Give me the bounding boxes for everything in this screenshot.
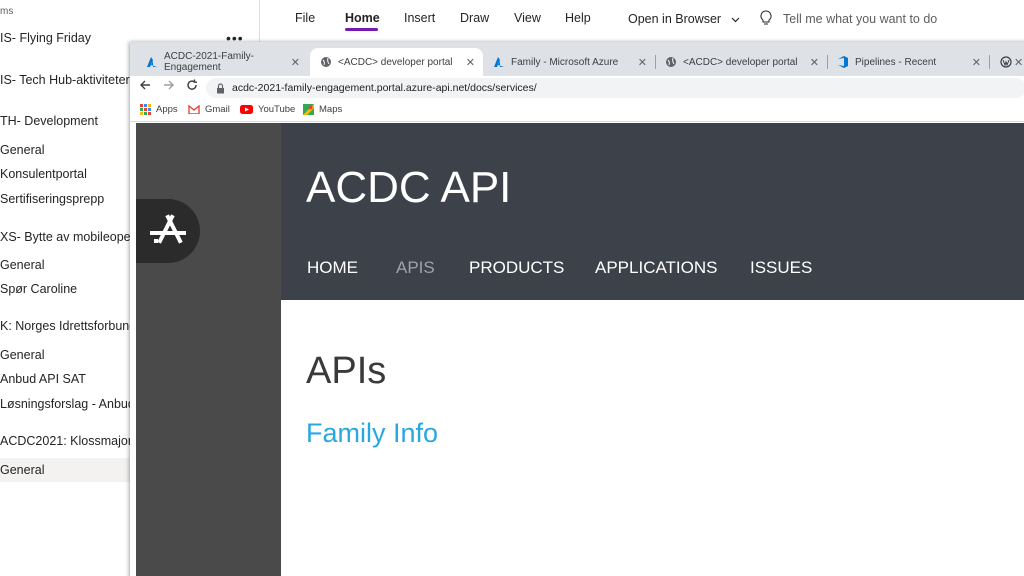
- chevron-down-icon: [731, 12, 740, 26]
- bookmark-label: Apps: [156, 104, 178, 115]
- portal-logo-button[interactable]: [136, 199, 200, 263]
- developer-portal-page: ACDC API HOME APIS PRODUCTS APPLICATIONS…: [130, 123, 1024, 576]
- close-icon[interactable]: ✕: [466, 56, 475, 69]
- team-item[interactable]: XS- Bytte av mobileoperat: [0, 230, 145, 244]
- globe-icon: [665, 56, 677, 68]
- nav-applications[interactable]: APPLICATIONS: [595, 258, 718, 278]
- ribbon-tab-help[interactable]: Help: [565, 11, 591, 25]
- close-icon[interactable]: ✕: [291, 56, 300, 69]
- azure-icon: [146, 56, 158, 68]
- ribbon-tab-draw[interactable]: Draw: [460, 11, 489, 25]
- azure-icon: [493, 56, 505, 68]
- open-in-browser-label: Open in Browser: [628, 12, 722, 26]
- tab-title: <ACDC> developer portal: [338, 56, 453, 68]
- lock-icon: [216, 81, 225, 99]
- browser-tab[interactable]: Pipelines - Recent ✕: [827, 48, 989, 76]
- bookmark-label: Maps: [319, 104, 343, 115]
- nav-issues[interactable]: ISSUES: [750, 258, 812, 278]
- forward-arrow-icon[interactable]: [163, 79, 175, 94]
- browser-tab[interactable]: ✕: [990, 48, 1024, 76]
- team-item[interactable]: IS- Flying Friday: [0, 31, 91, 45]
- channel-item[interactable]: Konsulentportal: [0, 167, 87, 181]
- browser-toolbar: acdc-2021-family-engagement.portal.azure…: [130, 76, 1024, 100]
- portal-sidebar: [136, 123, 281, 576]
- ribbon-tab-file[interactable]: File: [295, 11, 315, 25]
- portal-content: APIs Family Info: [281, 300, 1024, 576]
- portal-header: ACDC API HOME APIS PRODUCTS APPLICATIONS…: [281, 123, 1024, 300]
- ribbon-tabs: File Home Insert Draw View Help Open in …: [260, 0, 1024, 42]
- channel-item[interactable]: General: [0, 348, 44, 362]
- teams-header: ms: [0, 6, 14, 17]
- azure-devops-icon: [837, 56, 849, 68]
- bookmark-label: YouTube: [258, 104, 296, 115]
- tell-me-search[interactable]: Tell me what you want to do: [783, 12, 937, 26]
- channel-item[interactable]: Spør Caroline: [0, 282, 77, 296]
- bookmark-youtube[interactable]: YouTube: [240, 104, 295, 115]
- close-icon[interactable]: ✕: [972, 56, 981, 69]
- ribbon-tab-view[interactable]: View: [514, 11, 541, 25]
- browser-tab[interactable]: Family - Microsoft Azure ✕: [483, 48, 655, 76]
- bookmarks-bar: Apps Gmail YouTube Maps: [130, 100, 1024, 122]
- bookmark-maps[interactable]: Maps: [303, 104, 342, 115]
- channel-item[interactable]: Løsningsforslag - Anbud: [0, 397, 135, 411]
- close-icon[interactable]: ✕: [638, 56, 647, 69]
- wordpress-icon: [1000, 56, 1012, 68]
- team-item[interactable]: IS- Tech Hub-aktiviteter: [0, 73, 130, 87]
- tab-title: Pipelines - Recent: [855, 56, 937, 68]
- channel-item[interactable]: General: [0, 143, 44, 157]
- browser-tab-active[interactable]: <ACDC> developer portal ✕: [310, 48, 483, 76]
- open-in-browser-button[interactable]: Open in Browser: [628, 12, 740, 26]
- gmail-icon: [188, 105, 200, 114]
- nav-home[interactable]: HOME: [307, 258, 358, 278]
- app-store-logo-icon: [148, 211, 188, 252]
- tab-title: ACDC-2021-Family-Engagement: [164, 51, 255, 73]
- ribbon-tab-insert[interactable]: Insert: [404, 11, 435, 25]
- desktop: ms ••• IS- Flying Friday IS- Tech Hub-ak…: [0, 0, 1024, 576]
- site-title[interactable]: ACDC API: [306, 163, 511, 213]
- browser-window: ACDC-2021-Family-Engagement ✕ <ACDC> dev…: [130, 42, 1024, 576]
- bookmark-label: Gmail: [205, 104, 230, 115]
- tab-strip: ACDC-2021-Family-Engagement ✕ <ACDC> dev…: [130, 42, 1024, 76]
- page-title: APIs: [306, 350, 387, 392]
- globe-icon: [320, 56, 332, 68]
- browser-tab[interactable]: <ACDC> developer portal ✕: [655, 48, 827, 76]
- close-icon[interactable]: ✕: [810, 56, 819, 69]
- back-arrow-icon[interactable]: [139, 79, 151, 94]
- address-bar[interactable]: acdc-2021-family-engagement.portal.azure…: [206, 78, 1024, 98]
- bookmark-apps[interactable]: Apps: [140, 104, 178, 115]
- reload-icon[interactable]: [186, 79, 198, 94]
- channel-item[interactable]: Sertifiseringsprepp: [0, 192, 104, 206]
- close-icon[interactable]: ✕: [1014, 56, 1023, 69]
- lightbulb-icon: [760, 10, 772, 29]
- channel-item[interactable]: Anbud API SAT: [0, 372, 86, 386]
- nav-apis[interactable]: APIS: [396, 258, 435, 278]
- apps-grid-icon: [140, 104, 151, 115]
- tab-title: <ACDC> developer portal: [683, 56, 798, 68]
- team-item[interactable]: ACDC2021: Klossmajoren: [0, 434, 146, 448]
- channel-item-selected[interactable]: General: [0, 458, 130, 482]
- url-text: acdc-2021-family-engagement.portal.azure…: [232, 82, 537, 94]
- api-link-family-info[interactable]: Family Info: [306, 418, 438, 449]
- team-item[interactable]: TH- Development: [0, 114, 98, 128]
- tab-title: Family - Microsoft Azure: [511, 56, 619, 68]
- bookmark-gmail[interactable]: Gmail: [188, 104, 230, 115]
- browser-tab[interactable]: ACDC-2021-Family-Engagement ✕: [136, 48, 308, 76]
- nav-products[interactable]: PRODUCTS: [469, 258, 564, 278]
- youtube-icon: [240, 105, 253, 114]
- ribbon-tab-home[interactable]: Home: [345, 11, 380, 25]
- maps-icon: [303, 104, 314, 115]
- channel-item[interactable]: General: [0, 258, 44, 272]
- active-tab-indicator: [345, 28, 378, 31]
- team-item[interactable]: K: Norges Idrettsforbund: [0, 319, 136, 333]
